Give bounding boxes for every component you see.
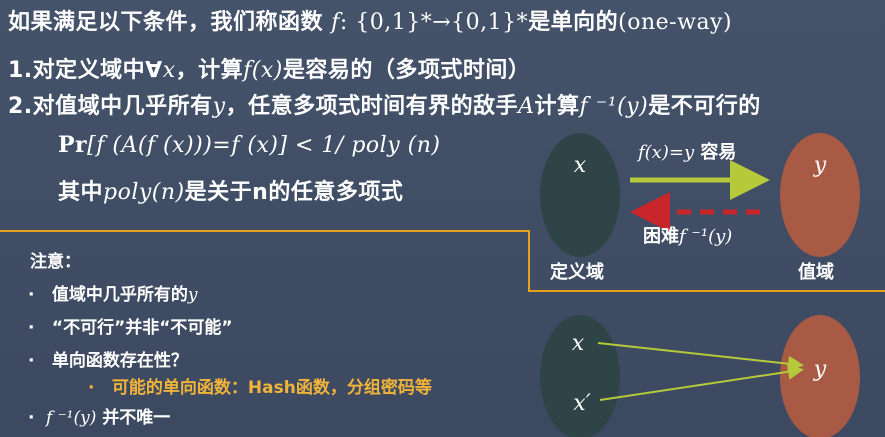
range-oval bbox=[780, 133, 860, 257]
range-var: y bbox=[813, 153, 827, 178]
mapping-diagram: x y x x′ y bbox=[540, 133, 860, 437]
forward-label-math: f(x)=y bbox=[638, 142, 695, 163]
forward-label: f(x)=y 容易 bbox=[638, 138, 736, 164]
arrow-right-icon bbox=[599, 363, 804, 401]
range-y-bottom: y bbox=[813, 357, 827, 382]
domain-var: x bbox=[574, 153, 587, 178]
domain-oval bbox=[540, 133, 620, 257]
backward-label-math: f ⁻¹(y) bbox=[679, 226, 733, 247]
forward-label-text: 容易 bbox=[694, 142, 737, 163]
domain-label: 定义域 bbox=[550, 262, 604, 283]
backward-label: 困难f ⁻¹(y) bbox=[643, 222, 732, 248]
domain-x-prime: x′ bbox=[573, 391, 590, 416]
domain-x: x bbox=[572, 331, 585, 356]
range-label: 值域 bbox=[798, 262, 834, 283]
backward-label-text: 困难 bbox=[643, 226, 679, 247]
arrow-right-icon bbox=[597, 342, 804, 372]
